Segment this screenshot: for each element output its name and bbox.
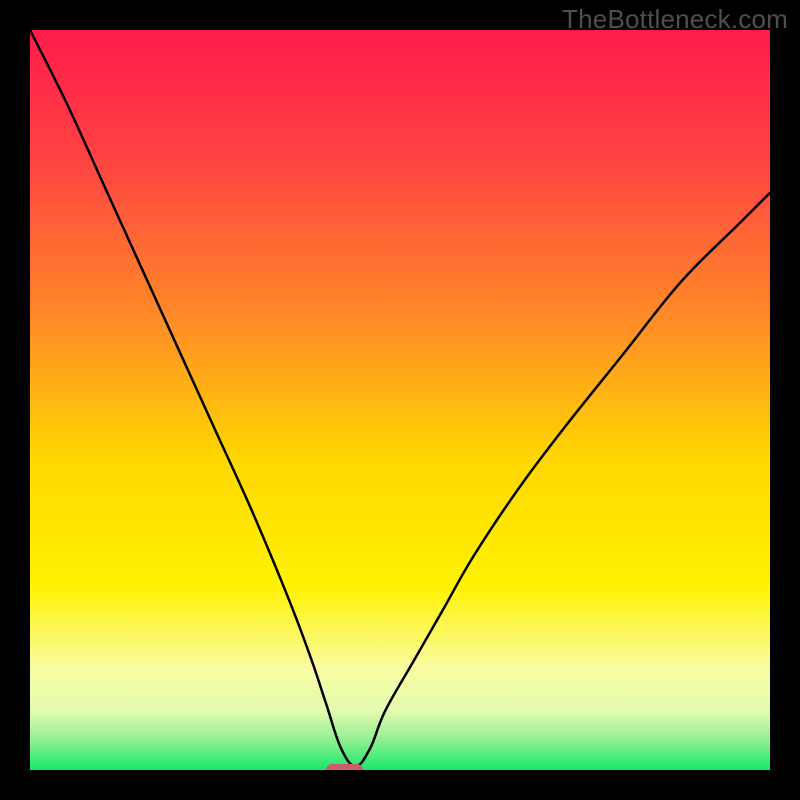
watermark-text: TheBottleneck.com [562,4,788,35]
bottleneck-curve [30,30,770,770]
optimal-marker [326,764,363,770]
outer-frame: TheBottleneck.com [0,0,800,800]
plot-area [30,30,770,770]
